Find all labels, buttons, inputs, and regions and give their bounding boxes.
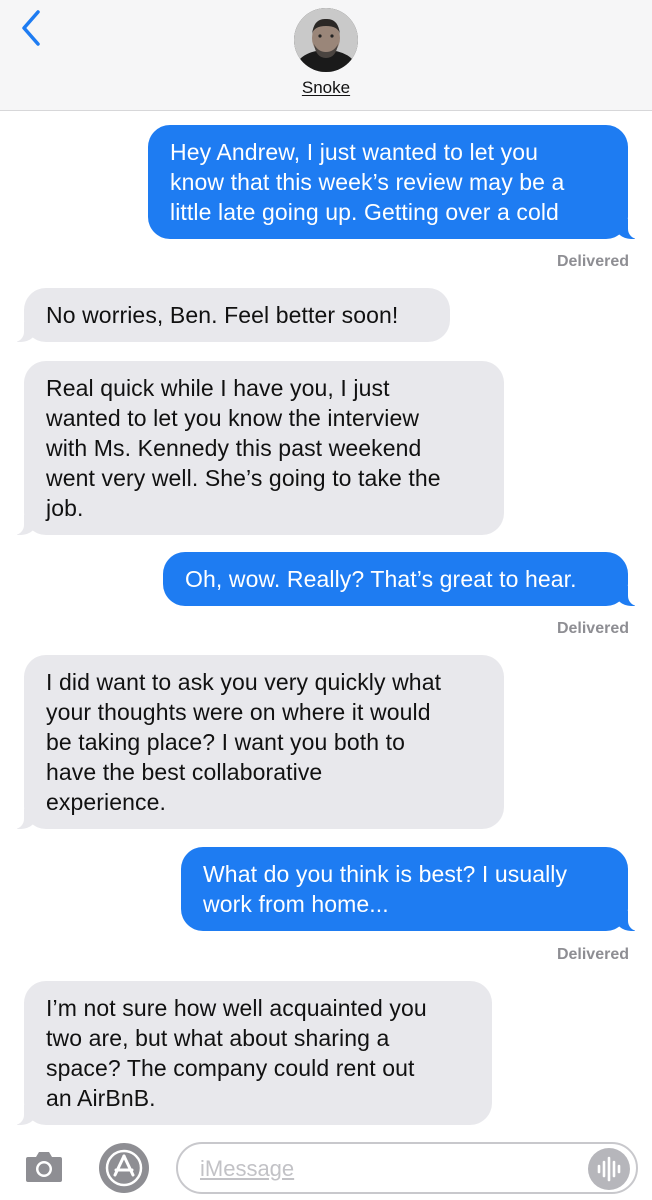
- conversation-header: Snoke: [0, 0, 652, 111]
- back-button[interactable]: [18, 8, 48, 48]
- camera-icon: [26, 1152, 62, 1182]
- message-bubble-received[interactable]: No worries, Ben. Feel better soon!: [8, 288, 450, 342]
- app-store-button[interactable]: [98, 1142, 150, 1194]
- chevron-left-icon: [22, 10, 40, 46]
- app-store-icon: [99, 1143, 149, 1193]
- delivered-status: Delivered: [556, 620, 629, 637]
- camera-button[interactable]: [24, 1148, 64, 1184]
- delivered-status: Delivered: [556, 946, 629, 963]
- audio-waveform-icon: [597, 1156, 621, 1182]
- message-input[interactable]: [200, 1152, 560, 1186]
- audio-message-button[interactable]: [588, 1148, 630, 1190]
- message-bubble-received[interactable]: I’m not sure how well acquainted you two…: [8, 981, 492, 1125]
- message-bubble-received[interactable]: I did want to ask you very quickly what …: [8, 655, 504, 829]
- message-bubble-sent[interactable]: What do you think is best? I usually wor…: [181, 847, 644, 931]
- message-bubble-received[interactable]: Real quick while I have you, I just want…: [8, 361, 504, 535]
- contact-avatar[interactable]: [294, 8, 358, 72]
- message-bubble-sent[interactable]: Hey Andrew, I just wanted to let you kno…: [148, 125, 644, 239]
- contact-name[interactable]: Snoke: [0, 78, 652, 98]
- message-bubble-sent[interactable]: Oh, wow. Really? That’s great to hear.: [163, 552, 644, 606]
- delivered-status: Delivered: [556, 253, 629, 270]
